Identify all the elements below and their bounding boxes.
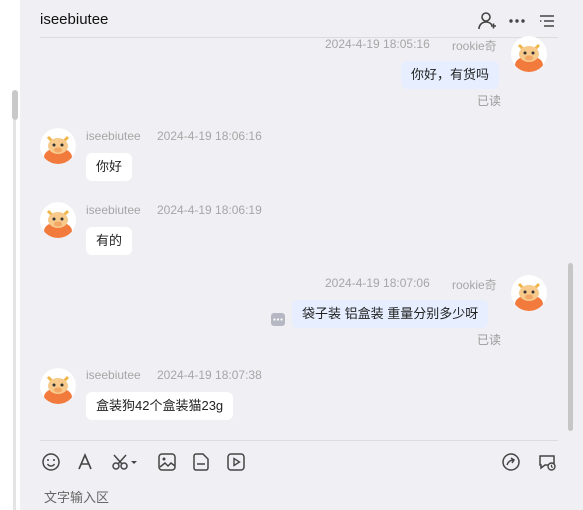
- file-icon[interactable]: [190, 451, 212, 473]
- message-sender: rookie奇: [452, 278, 497, 292]
- message-bubble-incoming[interactable]: 盒装狗42个盒装猫23g: [86, 392, 234, 420]
- message-bubble-outgoing[interactable]: 袋子装 铝盒装 重量分别多少呀: [292, 300, 489, 328]
- left-scrollbar[interactable]: [12, 90, 18, 120]
- scissors-icon[interactable]: [110, 451, 140, 473]
- message-time: 2024-4-19 18:05:16: [325, 37, 430, 51]
- menu-icon[interactable]: [537, 11, 557, 31]
- message-sender: iseebiutee: [86, 368, 141, 382]
- history-icon[interactable]: [536, 451, 558, 473]
- chat-title: iseebiutee: [40, 11, 109, 28]
- message-time: 2024-4-19 18:06:16: [157, 129, 262, 143]
- font-icon[interactable]: [74, 451, 96, 473]
- avatar[interactable]: [40, 368, 76, 404]
- message-sender: iseebiutee: [86, 129, 141, 143]
- message-more-icon[interactable]: [271, 313, 285, 326]
- message-time: 2024-4-19 18:07:06: [325, 276, 430, 290]
- chat-header: iseebiutee: [40, 0, 558, 38]
- message-bubble-incoming[interactable]: 你好: [86, 153, 133, 181]
- message-input[interactable]: 文字输入区: [44, 487, 109, 506]
- read-status: 已读: [477, 333, 502, 347]
- video-icon[interactable]: [225, 451, 247, 473]
- avatar[interactable]: [40, 202, 76, 238]
- avatar[interactable]: [511, 275, 547, 311]
- image-icon[interactable]: [156, 451, 178, 473]
- left-panel-edge: [0, 0, 20, 510]
- share-icon[interactable]: [500, 451, 522, 473]
- avatar[interactable]: [511, 36, 547, 72]
- add-user-icon[interactable]: [477, 11, 497, 31]
- chat-scrollbar[interactable]: [568, 263, 573, 431]
- message-time: 2024-4-19 18:07:38: [157, 368, 262, 382]
- read-status: 已读: [477, 94, 502, 108]
- message-sender: iseebiutee: [86, 203, 141, 217]
- message-sender: rookie奇: [452, 39, 497, 53]
- message-bubble-outgoing[interactable]: 你好，有货吗: [401, 61, 500, 89]
- message-bubble-incoming[interactable]: 有的: [86, 227, 133, 255]
- avatar[interactable]: [40, 128, 76, 164]
- message-time: 2024-4-19 18:06:19: [157, 203, 262, 217]
- emoji-icon[interactable]: [40, 451, 62, 473]
- left-scroll-track: [13, 120, 16, 510]
- input-divider: [40, 440, 558, 441]
- more-icon[interactable]: [507, 11, 527, 31]
